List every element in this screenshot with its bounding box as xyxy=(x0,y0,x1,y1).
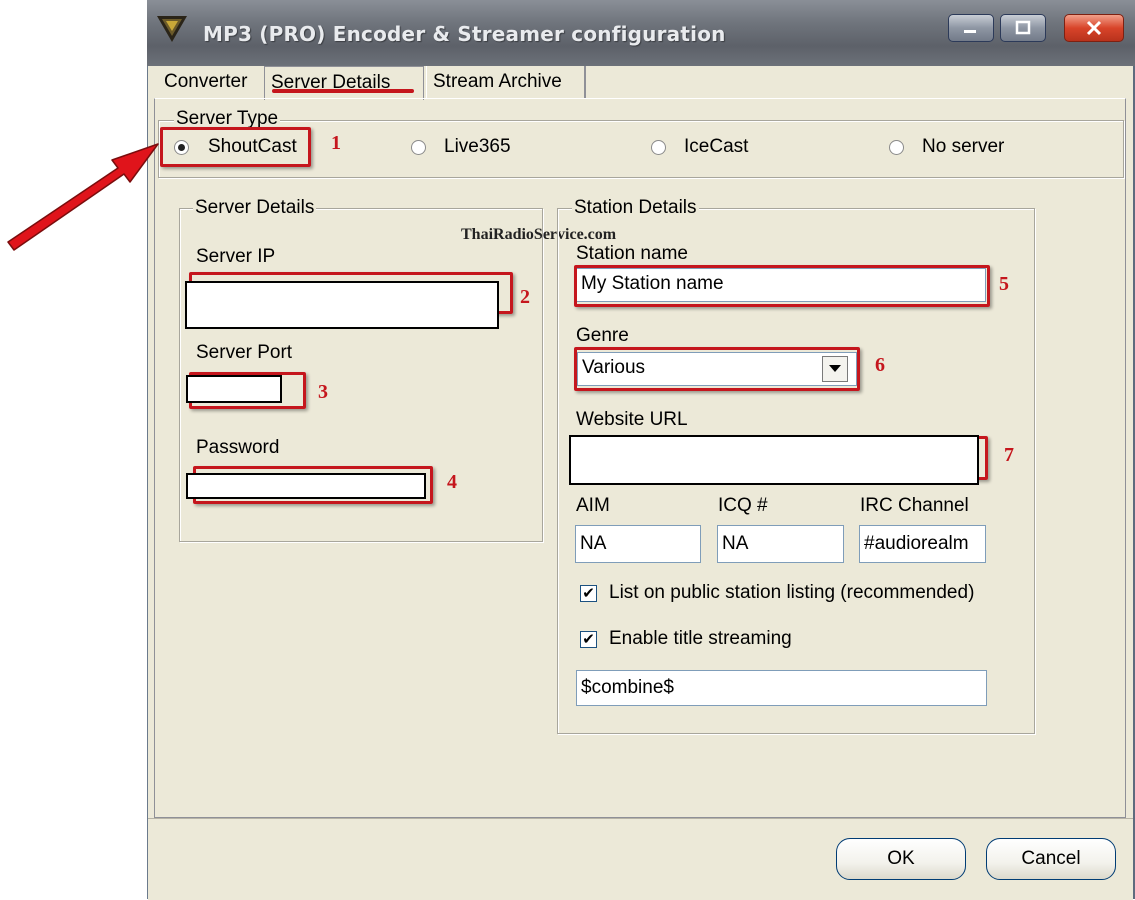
aim-label: AIM xyxy=(576,495,610,516)
ok-button[interactable]: OK xyxy=(836,838,966,880)
radio-label-icecast[interactable]: IceCast xyxy=(684,136,748,158)
checkmark-icon: ✔ xyxy=(582,631,595,648)
tab-stream-archive[interactable]: Stream Archive xyxy=(426,66,586,98)
station-name-label: Station name xyxy=(576,243,688,264)
window-title: MP3 (PRO) Encoder & Streamer configurati… xyxy=(203,22,726,46)
highlight-box-6 xyxy=(574,347,860,391)
server-details-legend: Server Details xyxy=(193,197,317,218)
tab-server-details[interactable]: Server Details xyxy=(264,66,424,100)
genre-label: Genre xyxy=(576,325,629,346)
server-type-legend: Server Type xyxy=(174,108,281,129)
aim-input[interactable]: NA xyxy=(575,525,701,563)
marker-4: 4 xyxy=(447,471,457,493)
marker-1: 1 xyxy=(331,132,341,154)
radio-shoutcast[interactable] xyxy=(174,140,189,155)
radio-icecast[interactable] xyxy=(651,140,666,155)
marker-2: 2 xyxy=(520,286,530,308)
active-tab-underline xyxy=(272,89,414,93)
list-public-checkbox[interactable]: ✔ xyxy=(580,585,597,602)
marker-6: 6 xyxy=(875,354,885,376)
server-port-label: Server Port xyxy=(196,342,293,363)
minimize-button[interactable] xyxy=(948,14,994,42)
radio-no-server[interactable] xyxy=(889,140,904,155)
tab-converter[interactable]: Converter xyxy=(158,66,253,98)
annotation-arrow-icon xyxy=(7,143,159,251)
irc-channel-input[interactable]: #audiorealm xyxy=(859,525,986,563)
irc-channel-label: IRC Channel xyxy=(860,495,969,516)
cancel-button[interactable]: Cancel xyxy=(986,838,1116,880)
server-port-input[interactable] xyxy=(186,375,282,403)
website-url-label: Website URL xyxy=(576,409,688,430)
marker-7: 7 xyxy=(1004,444,1014,466)
marker-5: 5 xyxy=(999,273,1009,295)
highlight-box-5 xyxy=(574,265,990,307)
password-input[interactable] xyxy=(186,473,426,499)
list-public-label[interactable]: List on public station listing (recommen… xyxy=(609,582,974,604)
radio-label-no-server[interactable]: No server xyxy=(922,136,1004,158)
title-streaming-checkbox[interactable]: ✔ xyxy=(580,631,597,648)
maximize-icon xyxy=(1015,20,1031,35)
title-streaming-label[interactable]: Enable title streaming xyxy=(609,628,792,650)
close-icon xyxy=(1086,20,1102,36)
title-format-input[interactable]: $combine$ xyxy=(576,670,987,706)
radio-label-live365[interactable]: Live365 xyxy=(444,136,511,158)
radio-label-shoutcast[interactable]: ShoutCast xyxy=(208,136,297,158)
radio-live365[interactable] xyxy=(411,140,426,155)
icq-input[interactable]: NA xyxy=(717,525,844,563)
server-ip-input[interactable] xyxy=(185,281,499,329)
website-url-input[interactable] xyxy=(569,435,979,485)
checkmark-icon: ✔ xyxy=(582,585,595,602)
password-label: Password xyxy=(196,437,280,458)
close-button[interactable] xyxy=(1064,14,1124,42)
maximize-button[interactable] xyxy=(1000,14,1046,42)
app-logo-icon xyxy=(157,16,187,42)
server-ip-label: Server IP xyxy=(196,246,276,267)
marker-3: 3 xyxy=(318,381,328,403)
station-details-legend: Station Details xyxy=(572,197,699,218)
minimize-icon xyxy=(964,30,976,33)
icq-label: ICQ # xyxy=(718,495,768,516)
